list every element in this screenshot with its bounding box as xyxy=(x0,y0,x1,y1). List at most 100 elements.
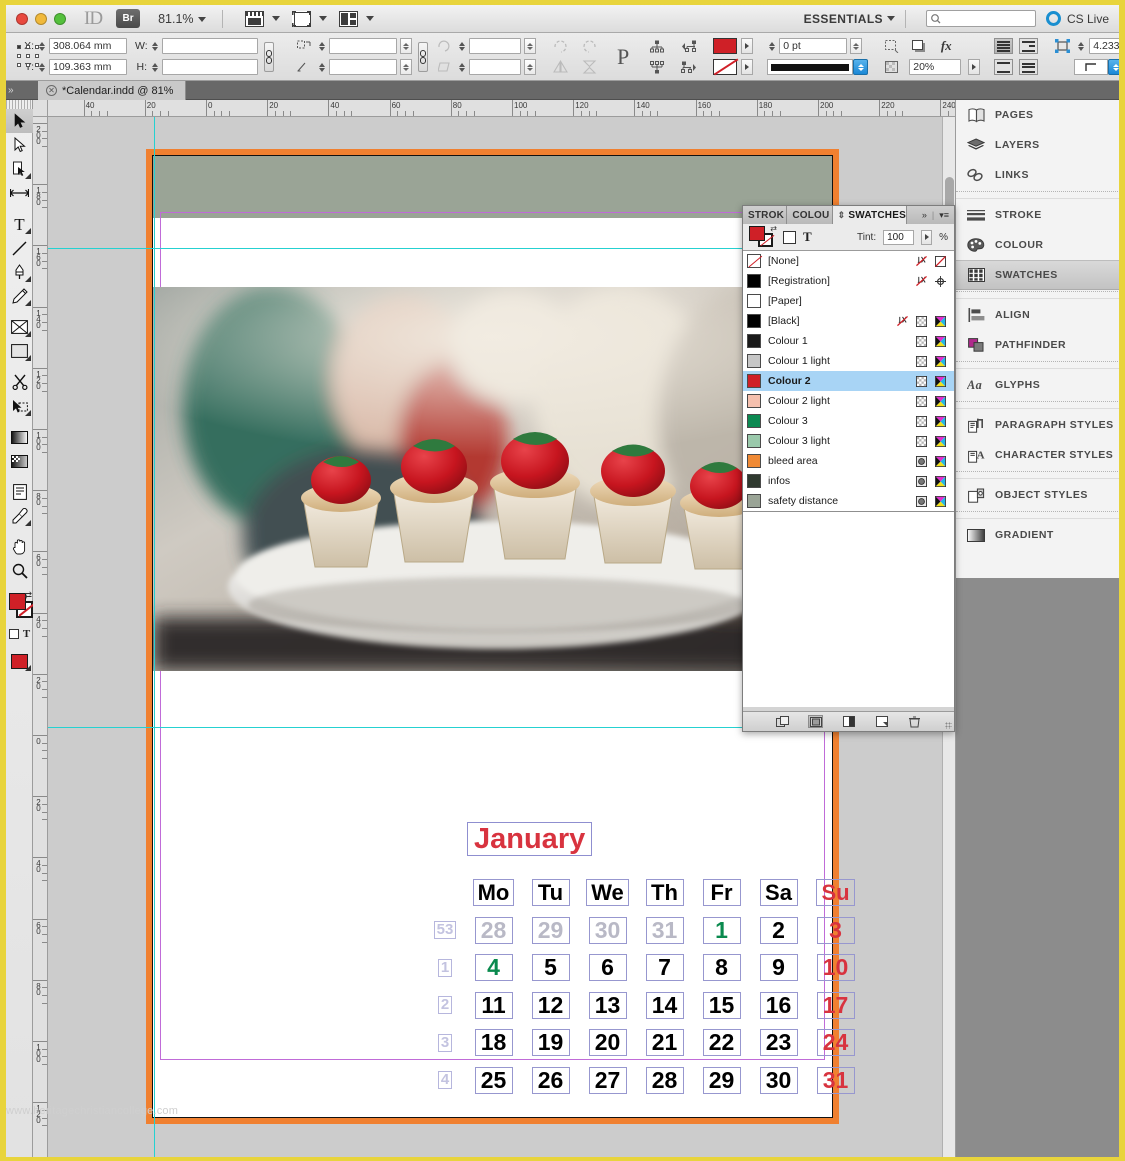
bridge-button[interactable]: Br xyxy=(116,9,141,28)
note-tool[interactable] xyxy=(6,480,33,504)
panel-tab-controls[interactable]: » | ▾≡ xyxy=(917,206,954,224)
h-stepper[interactable] xyxy=(150,60,159,75)
fill-colour-dropdown[interactable] xyxy=(741,38,754,54)
panel-resize-handle[interactable] xyxy=(945,722,952,729)
panel-fill-stroke-selector[interactable]: ⇄ xyxy=(749,224,777,248)
apply-to-text-icon[interactable]: T xyxy=(803,229,812,245)
window-controls[interactable] xyxy=(6,12,78,25)
swatch-row[interactable]: safety distance xyxy=(743,491,954,511)
dock-item-paragraph-styles[interactable]: PARAGRAPH STYLES xyxy=(956,410,1120,440)
constrain-proportions-size-button[interactable] xyxy=(264,41,274,72)
flip-vertical-button[interactable] xyxy=(579,58,599,76)
x-field[interactable]: 308.064 mm xyxy=(49,38,127,54)
swatch-row[interactable]: [None] xyxy=(743,251,954,271)
page-tool[interactable] xyxy=(6,157,33,181)
delete-swatch-icon[interactable] xyxy=(907,715,922,728)
minimize-window-button[interactable] xyxy=(35,12,47,25)
shear-field[interactable] xyxy=(469,59,521,75)
stroke-weight-unit-stepper[interactable] xyxy=(850,38,863,54)
stroke-weight-field[interactable]: 0 pt xyxy=(779,38,848,54)
dock-item-object-styles[interactable]: OBJECT STYLES xyxy=(956,480,1120,510)
swatch-row[interactable]: Colour 3 xyxy=(743,411,954,431)
type-tool[interactable]: T xyxy=(6,212,33,236)
close-icon[interactable]: ✕ xyxy=(46,85,57,96)
tint-dropdown[interactable] xyxy=(921,229,933,245)
scale-y-field[interactable] xyxy=(329,59,397,75)
dock-item-layers[interactable]: LAYERS xyxy=(956,130,1120,160)
drop-shadow-icon[interactable] xyxy=(909,37,929,55)
new-swatch-from-swatch-icon[interactable] xyxy=(874,715,889,728)
panel-tab-strok[interactable]: STROK xyxy=(743,206,788,224)
fill-colour-swatch[interactable] xyxy=(713,38,738,54)
dock-item-character-styles[interactable]: A CHARACTER STYLES xyxy=(956,440,1120,470)
swatch-row[interactable]: Colour 2 xyxy=(743,371,954,391)
select-container-button[interactable] xyxy=(647,37,667,55)
fx-button[interactable]: fx xyxy=(936,37,956,55)
text-wrap-object-shape-button[interactable] xyxy=(994,59,1014,75)
w-stepper[interactable] xyxy=(150,39,159,54)
document-tab[interactable]: ✕ *Calendar.indd @ 81% xyxy=(38,81,187,100)
show-all-swatches-icon[interactable] xyxy=(775,715,790,728)
y-field[interactable]: 109.363 mm xyxy=(49,59,127,75)
calendar-day-cell[interactable]: 30 xyxy=(750,1066,807,1094)
shear-degree-stepper[interactable] xyxy=(524,59,536,75)
direct-selection-tool[interactable] xyxy=(6,133,33,157)
calendar-day-cell[interactable]: 29 xyxy=(693,1066,750,1094)
apply-to-text-icon[interactable]: T xyxy=(23,628,30,640)
corner-radius-stepper[interactable] xyxy=(1076,39,1085,54)
rotation-stepper[interactable] xyxy=(457,39,466,54)
scale-x-stepper[interactable] xyxy=(317,39,326,54)
swatch-row[interactable]: Colour 2 light xyxy=(743,391,954,411)
swatch-row[interactable]: [Black] xyxy=(743,311,954,331)
swatch-row[interactable]: infos xyxy=(743,471,954,491)
swatch-row[interactable]: Colour 1 xyxy=(743,331,954,351)
workspace-switcher[interactable]: ESSENTIALS xyxy=(804,12,883,26)
select-container-icon[interactable]: P xyxy=(613,44,633,70)
toolbox-grip[interactable] xyxy=(6,100,32,109)
opacity-field[interactable]: 20% xyxy=(909,59,962,75)
maximize-window-button[interactable] xyxy=(54,12,66,25)
dock-item-glyphs[interactable]: Aa GLYPHS xyxy=(956,370,1120,400)
scale-x-percent-stepper[interactable] xyxy=(400,38,412,54)
dock-item-pages[interactable]: PAGES xyxy=(956,100,1120,130)
stroke-style-preview[interactable] xyxy=(767,59,854,75)
pen-tool[interactable] xyxy=(6,260,33,284)
swatches-panel[interactable]: STROK COLOU ⇕ SWATCHES» | ▾≡ ⇄ T Tint: 100 % … xyxy=(742,205,955,732)
zoom-level-display[interactable]: 81.1% xyxy=(140,12,211,26)
select-previous-object-button[interactable] xyxy=(679,37,699,55)
panel-menu-icon[interactable]: ▾≡ xyxy=(939,210,949,221)
scissors-tool[interactable] xyxy=(6,370,33,394)
dock-item-stroke[interactable]: STROKE xyxy=(956,200,1120,230)
select-content-button[interactable] xyxy=(647,58,667,76)
panel-expand-arrows-icon[interactable]: » xyxy=(8,85,14,96)
w-field[interactable] xyxy=(162,38,258,54)
dock-item-align[interactable]: ALIGN xyxy=(956,300,1120,330)
close-window-button[interactable] xyxy=(16,12,28,25)
horizontal-ruler[interactable]: 40 20 0 20 40 60 80 100 120 140 160 180 200 220 240 xyxy=(48,100,955,117)
text-wrap-jump-object-button[interactable] xyxy=(1019,59,1039,75)
document-page[interactable]: January Mo Tu We Th Fr Sa Su 53 28 29 30 31 1 2 3 1 4 5 6 7… xyxy=(152,155,855,1118)
gradient-swatch-tool[interactable] xyxy=(6,425,33,449)
dock-item-colour[interactable]: COLOUR xyxy=(956,230,1120,260)
gap-tool[interactable] xyxy=(6,181,33,205)
new-colour-group-icon[interactable] xyxy=(808,715,823,728)
shear-stepper[interactable] xyxy=(457,60,466,75)
ruler-origin[interactable] xyxy=(33,100,48,117)
strawberry-cupcakes-photo[interactable] xyxy=(153,287,832,671)
chevron-down-icon[interactable] xyxy=(197,16,206,22)
screen-mode-button[interactable] xyxy=(244,10,280,27)
constrain-proportions-scale-button[interactable] xyxy=(418,41,428,72)
apply-mode-buttons[interactable]: T xyxy=(6,626,33,642)
apply-colour-button[interactable] xyxy=(6,649,33,673)
hand-tool[interactable] xyxy=(6,535,33,559)
panel-fill-box[interactable] xyxy=(749,226,765,241)
object-effects-icon[interactable] xyxy=(882,37,902,55)
fill-colour-box[interactable] xyxy=(9,593,26,610)
fill-stroke-selector[interactable]: ⇄ xyxy=(6,590,35,626)
swap-fill-stroke-icon[interactable]: ⇄ xyxy=(770,224,777,233)
rotate-clockwise-button[interactable] xyxy=(550,37,570,55)
rectangle-frame-tool[interactable] xyxy=(6,315,33,339)
dock-item-swatches[interactable]: SWATCHES xyxy=(956,260,1120,290)
line-tool[interactable] xyxy=(6,236,33,260)
apply-to-frame-icon[interactable] xyxy=(783,230,796,244)
